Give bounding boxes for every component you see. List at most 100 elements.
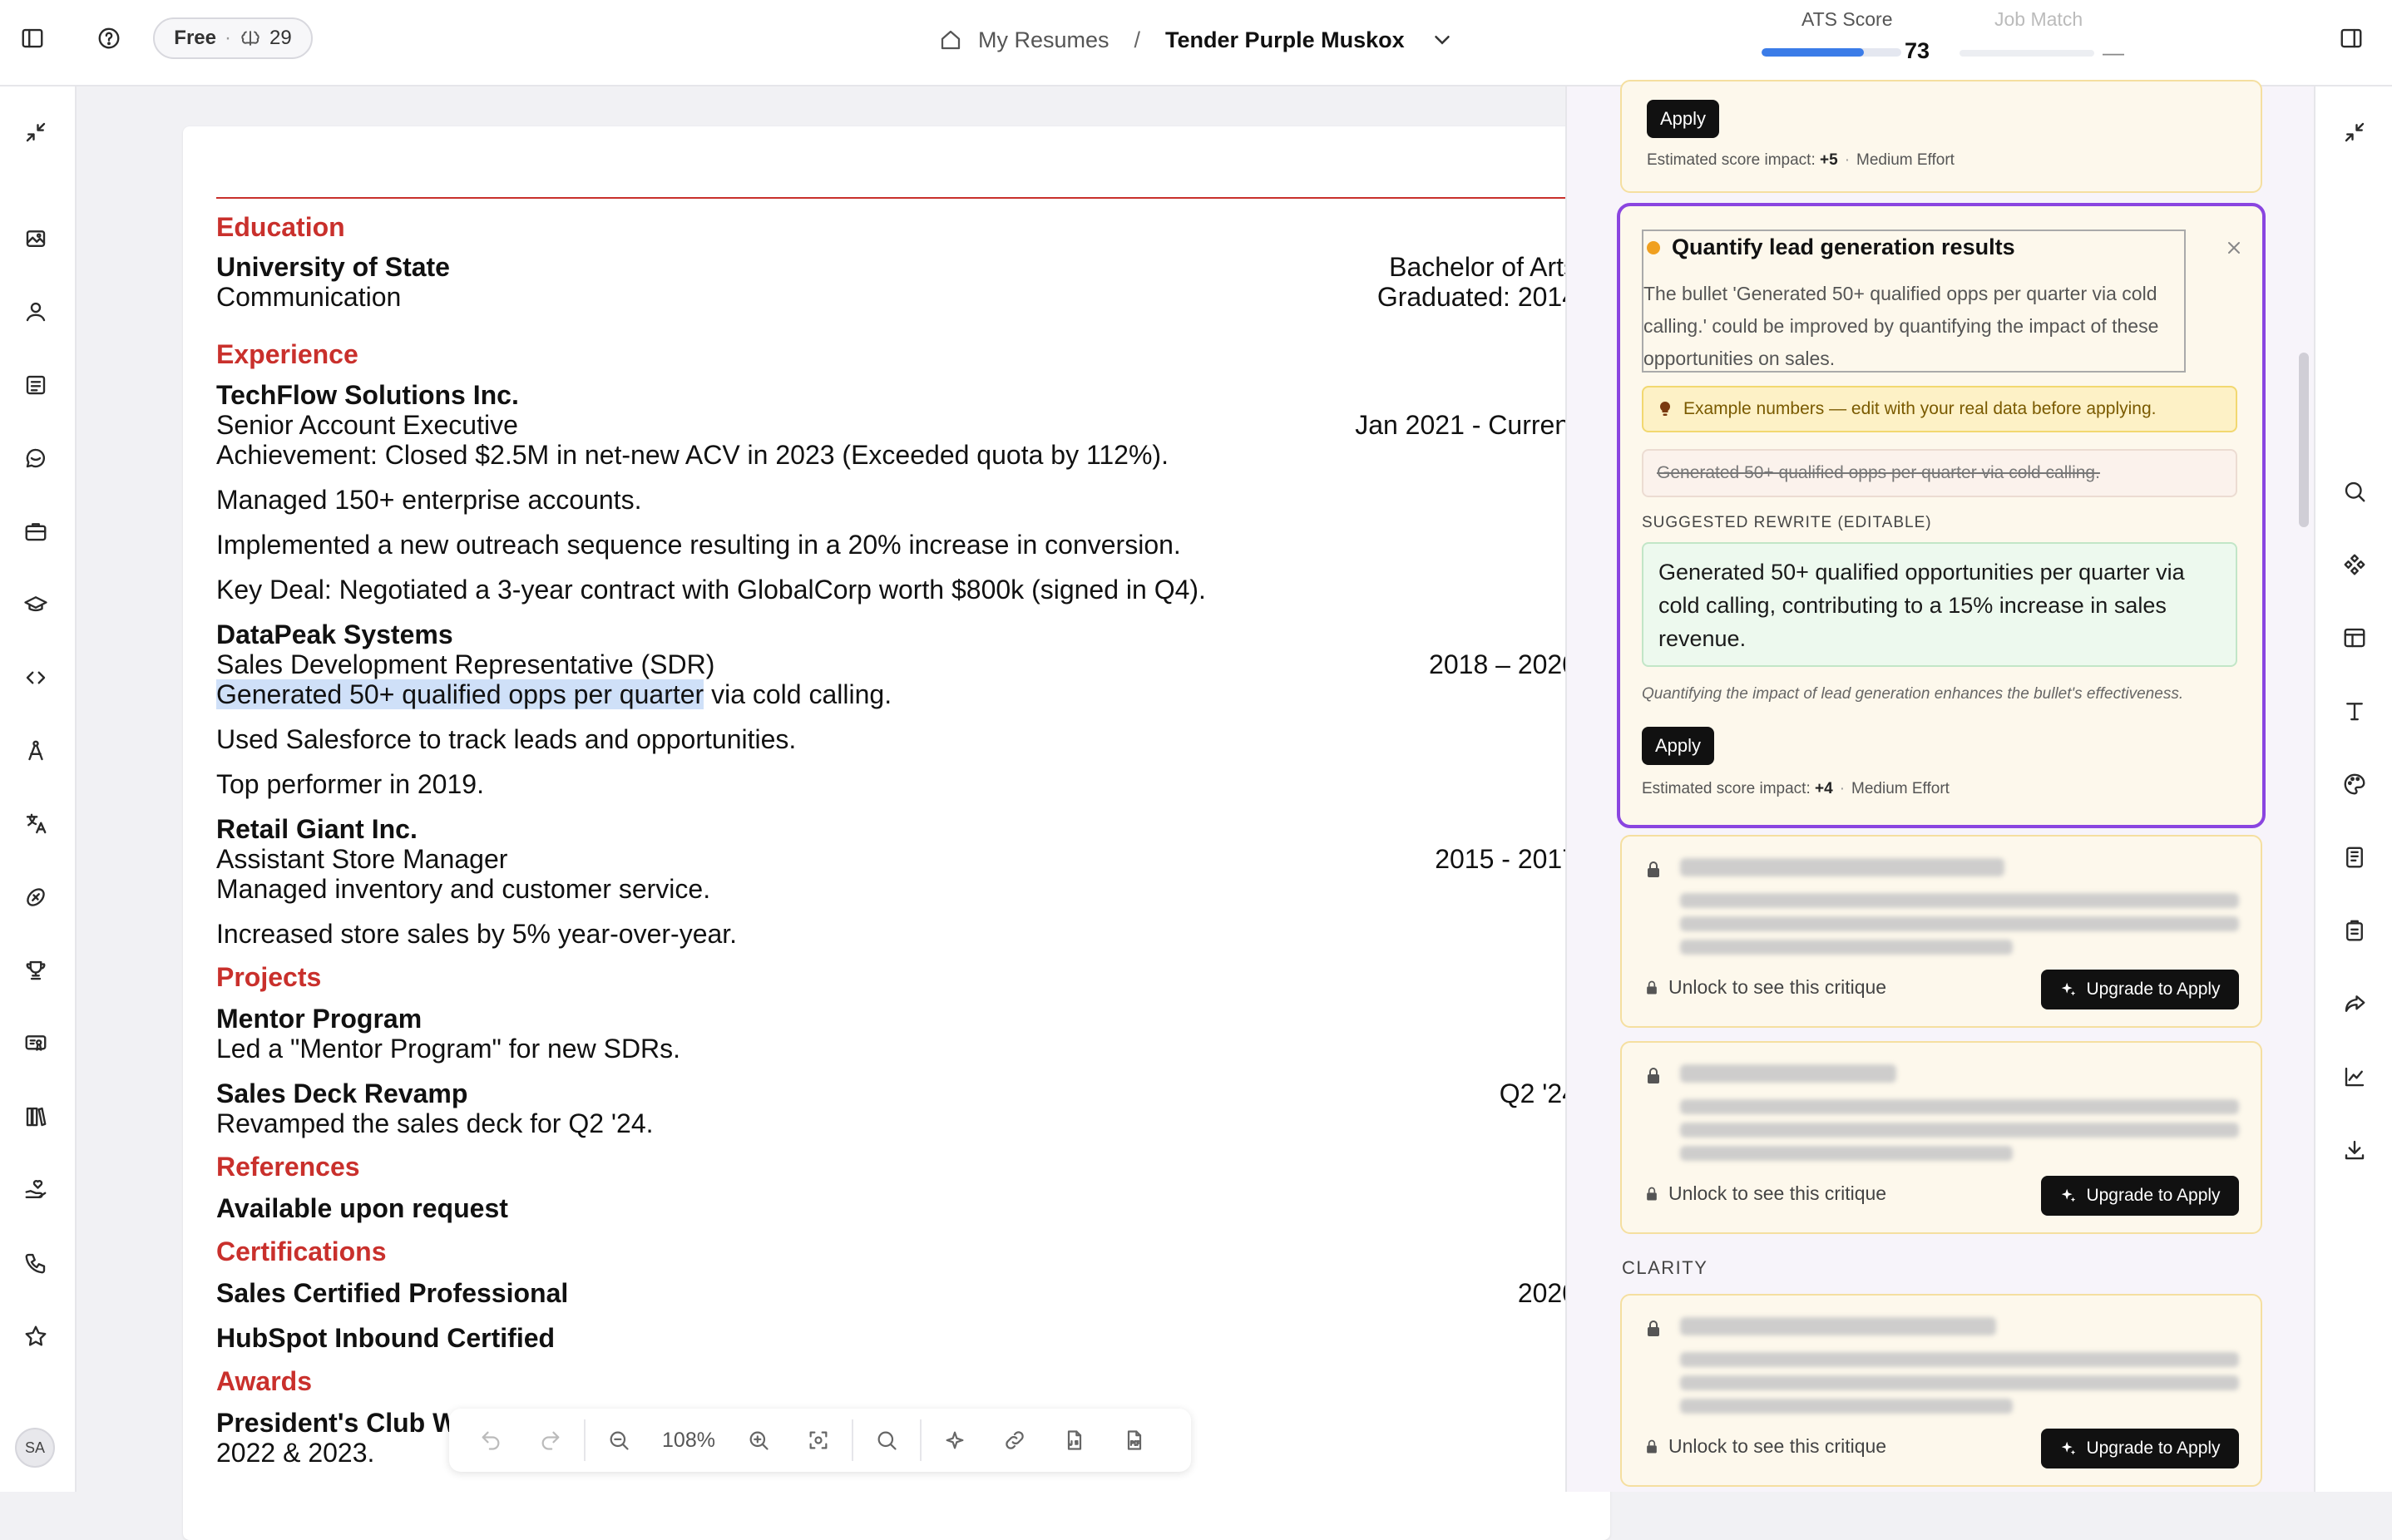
job1-title[interactable]: Senior Account Executive Jan 2021 - Curre… <box>216 409 1577 442</box>
edu-school[interactable]: University of State Bachelor of Arts <box>216 251 1577 284</box>
code-icon[interactable] <box>23 665 48 690</box>
unlock-message: Unlock to see this critique <box>1643 1182 1886 1205</box>
job3-title[interactable]: Assistant Store Manager 2015 - 2017 <box>216 843 1577 876</box>
collapse-icon[interactable] <box>2342 120 2367 145</box>
sidebar-toggle-icon[interactable] <box>20 26 45 51</box>
phone-icon[interactable] <box>23 1251 48 1276</box>
unlock-text: Unlock to see this critique <box>1668 1182 1887 1204</box>
download-icon[interactable] <box>2342 1138 2367 1162</box>
job1-bullet-4[interactable]: Key Deal: Negotiated a 3-year contract w… <box>216 574 1577 607</box>
job3-company[interactable]: Retail Giant Inc. <box>216 813 1577 847</box>
experience-heading[interactable]: Experience <box>216 338 1577 372</box>
references-heading[interactable]: References <box>216 1151 1577 1184</box>
graduation-cap-icon[interactable] <box>23 592 48 617</box>
clipboard-icon[interactable] <box>2342 918 2367 943</box>
close-icon <box>2228 242 2240 254</box>
analytics-icon[interactable] <box>2342 1064 2367 1089</box>
job3-bullet-2[interactable]: Increased store sales by 5% year-over-ye… <box>216 918 1577 951</box>
certifications-heading[interactable]: Certifications <box>216 1236 1577 1269</box>
languages-icon[interactable] <box>23 812 48 837</box>
share-icon[interactable] <box>2342 991 2367 1016</box>
upgrade-button[interactable]: Upgrade to Apply <box>2041 1429 2239 1468</box>
compass-tool-icon[interactable] <box>23 738 48 763</box>
image-icon[interactable] <box>23 226 48 251</box>
job2-title[interactable]: Sales Development Representative (SDR) 20… <box>216 649 1577 682</box>
job-match-label[interactable]: Job Match <box>1994 8 2083 31</box>
projects-heading[interactable]: Projects <box>216 961 1577 995</box>
active-critique-card[interactable]: Quantify lead generation results The bul… <box>1617 203 2266 828</box>
chat-icon[interactable] <box>23 446 48 471</box>
job1-bullet-3[interactable]: Implemented a new outreach sequence resu… <box>216 529 1577 562</box>
diamond-grid-icon[interactable] <box>2342 552 2367 577</box>
cert1[interactable]: Sales Certified Professional 2020 <box>216 1277 1577 1310</box>
sports-icon[interactable] <box>23 885 48 910</box>
job2-company[interactable]: DataPeak Systems <box>216 619 1577 652</box>
proj2-name[interactable]: Sales Deck Revamp Q2 '24 <box>216 1078 1577 1111</box>
edu-field[interactable]: Communication Graduated: 2014 <box>216 281 1577 314</box>
search-icon[interactable] <box>2342 479 2367 504</box>
export-json-button[interactable] <box>1045 1415 1105 1465</box>
apply-button[interactable]: Apply <box>1647 100 1720 138</box>
breadcrumb-my-resumes[interactable]: My Resumes <box>978 27 1110 53</box>
resume-name[interactable]: Tender Purple Muskox <box>1165 27 1405 53</box>
locked-critique-card[interactable]: Unlock to see this critique Upgrade to A… <box>1620 1041 2262 1234</box>
zoom-level[interactable]: 108% <box>649 1429 729 1453</box>
job2-bullet-2[interactable]: Used Salesforce to track leads and oppor… <box>216 723 1577 757</box>
proj1-name[interactable]: Mentor Program <box>216 1003 1577 1036</box>
briefcase-icon[interactable] <box>23 519 48 544</box>
ai-button[interactable] <box>925 1415 985 1465</box>
collapse-icon[interactable] <box>23 120 48 145</box>
plan-badge[interactable]: Free · 29 <box>153 17 313 59</box>
typography-icon[interactable] <box>2342 698 2367 723</box>
chevron-down-icon[interactable] <box>1430 27 1455 52</box>
locked-critique-card[interactable]: Unlock to see this critique Upgrade to A… <box>1620 1294 2262 1487</box>
summary-icon[interactable] <box>23 373 48 397</box>
help-icon[interactable] <box>96 26 121 51</box>
link-button[interactable] <box>985 1415 1045 1465</box>
proj1-desc[interactable]: Led a "Mentor Program" for new SDRs. <box>216 1033 1577 1066</box>
undo-button[interactable] <box>461 1415 521 1465</box>
panel-toggle-icon[interactable] <box>2339 26 2364 51</box>
layout-icon[interactable] <box>2342 625 2367 650</box>
job1-bullet-1[interactable]: Achievement: Closed $2.5M in net-new ACV… <box>216 439 1577 472</box>
cert1-text: Sales Certified Professional <box>216 1278 569 1308</box>
job1-company[interactable]: TechFlow Solutions Inc. <box>216 379 1577 412</box>
search-button[interactable] <box>857 1415 917 1465</box>
job3-bullet-1[interactable]: Managed inventory and customer service. <box>216 873 1577 906</box>
credits-count: 29 <box>269 27 292 49</box>
job1-bullet-2[interactable]: Managed 150+ enterprise accounts. <box>216 484 1577 517</box>
job2-bullet-3[interactable]: Top performer in 2019. <box>216 768 1577 802</box>
export-pdf-button[interactable] <box>1105 1415 1164 1465</box>
json-file-icon <box>1067 1430 1082 1450</box>
certificate-icon[interactable] <box>23 1031 48 1056</box>
notebook-icon[interactable] <box>2342 845 2367 870</box>
home-icon[interactable] <box>938 27 963 52</box>
user-icon[interactable] <box>23 299 48 324</box>
references-text[interactable]: Available upon request <box>216 1192 1577 1226</box>
suggested-rewrite-editor[interactable]: Generated 50+ qualified opportunities pe… <box>1642 542 2237 667</box>
upgrade-button[interactable]: Upgrade to Apply <box>2041 1176 2239 1216</box>
apply-button[interactable]: Apply <box>1642 727 1715 765</box>
proj2-desc[interactable]: Revamped the sales deck for Q2 '24. <box>216 1108 1577 1141</box>
edu-school-text: University of State <box>216 252 450 282</box>
toolbar-divider <box>852 1419 853 1461</box>
awards-heading[interactable]: Awards <box>216 1365 1577 1399</box>
palette-icon[interactable] <box>2342 772 2367 797</box>
zoom-in-button[interactable] <box>729 1415 788 1465</box>
unlock-message: Unlock to see this critique <box>1643 976 1886 999</box>
star-icon[interactable] <box>23 1324 48 1349</box>
trophy-icon[interactable] <box>23 958 48 983</box>
job2-bullet-1[interactable]: Generated 50+ qualified opps per quarter… <box>216 679 1577 712</box>
books-icon[interactable] <box>23 1104 48 1129</box>
avatar[interactable]: SA <box>15 1428 55 1468</box>
cert2[interactable]: HubSpot Inbound Certified <box>216 1322 1577 1355</box>
zoom-out-button[interactable] <box>589 1415 649 1465</box>
close-button[interactable] <box>2224 238 2244 258</box>
redo-button[interactable] <box>521 1415 581 1465</box>
education-heading[interactable]: Education <box>216 211 1577 244</box>
fit-button[interactable] <box>788 1415 848 1465</box>
volunteer-icon[interactable] <box>23 1177 48 1202</box>
upgrade-button[interactable]: Upgrade to Apply <box>2041 970 2239 1009</box>
locked-critique-card[interactable]: Unlock to see this critique Upgrade to A… <box>1620 835 2262 1028</box>
panel-scrollbar[interactable] <box>2299 353 2309 527</box>
